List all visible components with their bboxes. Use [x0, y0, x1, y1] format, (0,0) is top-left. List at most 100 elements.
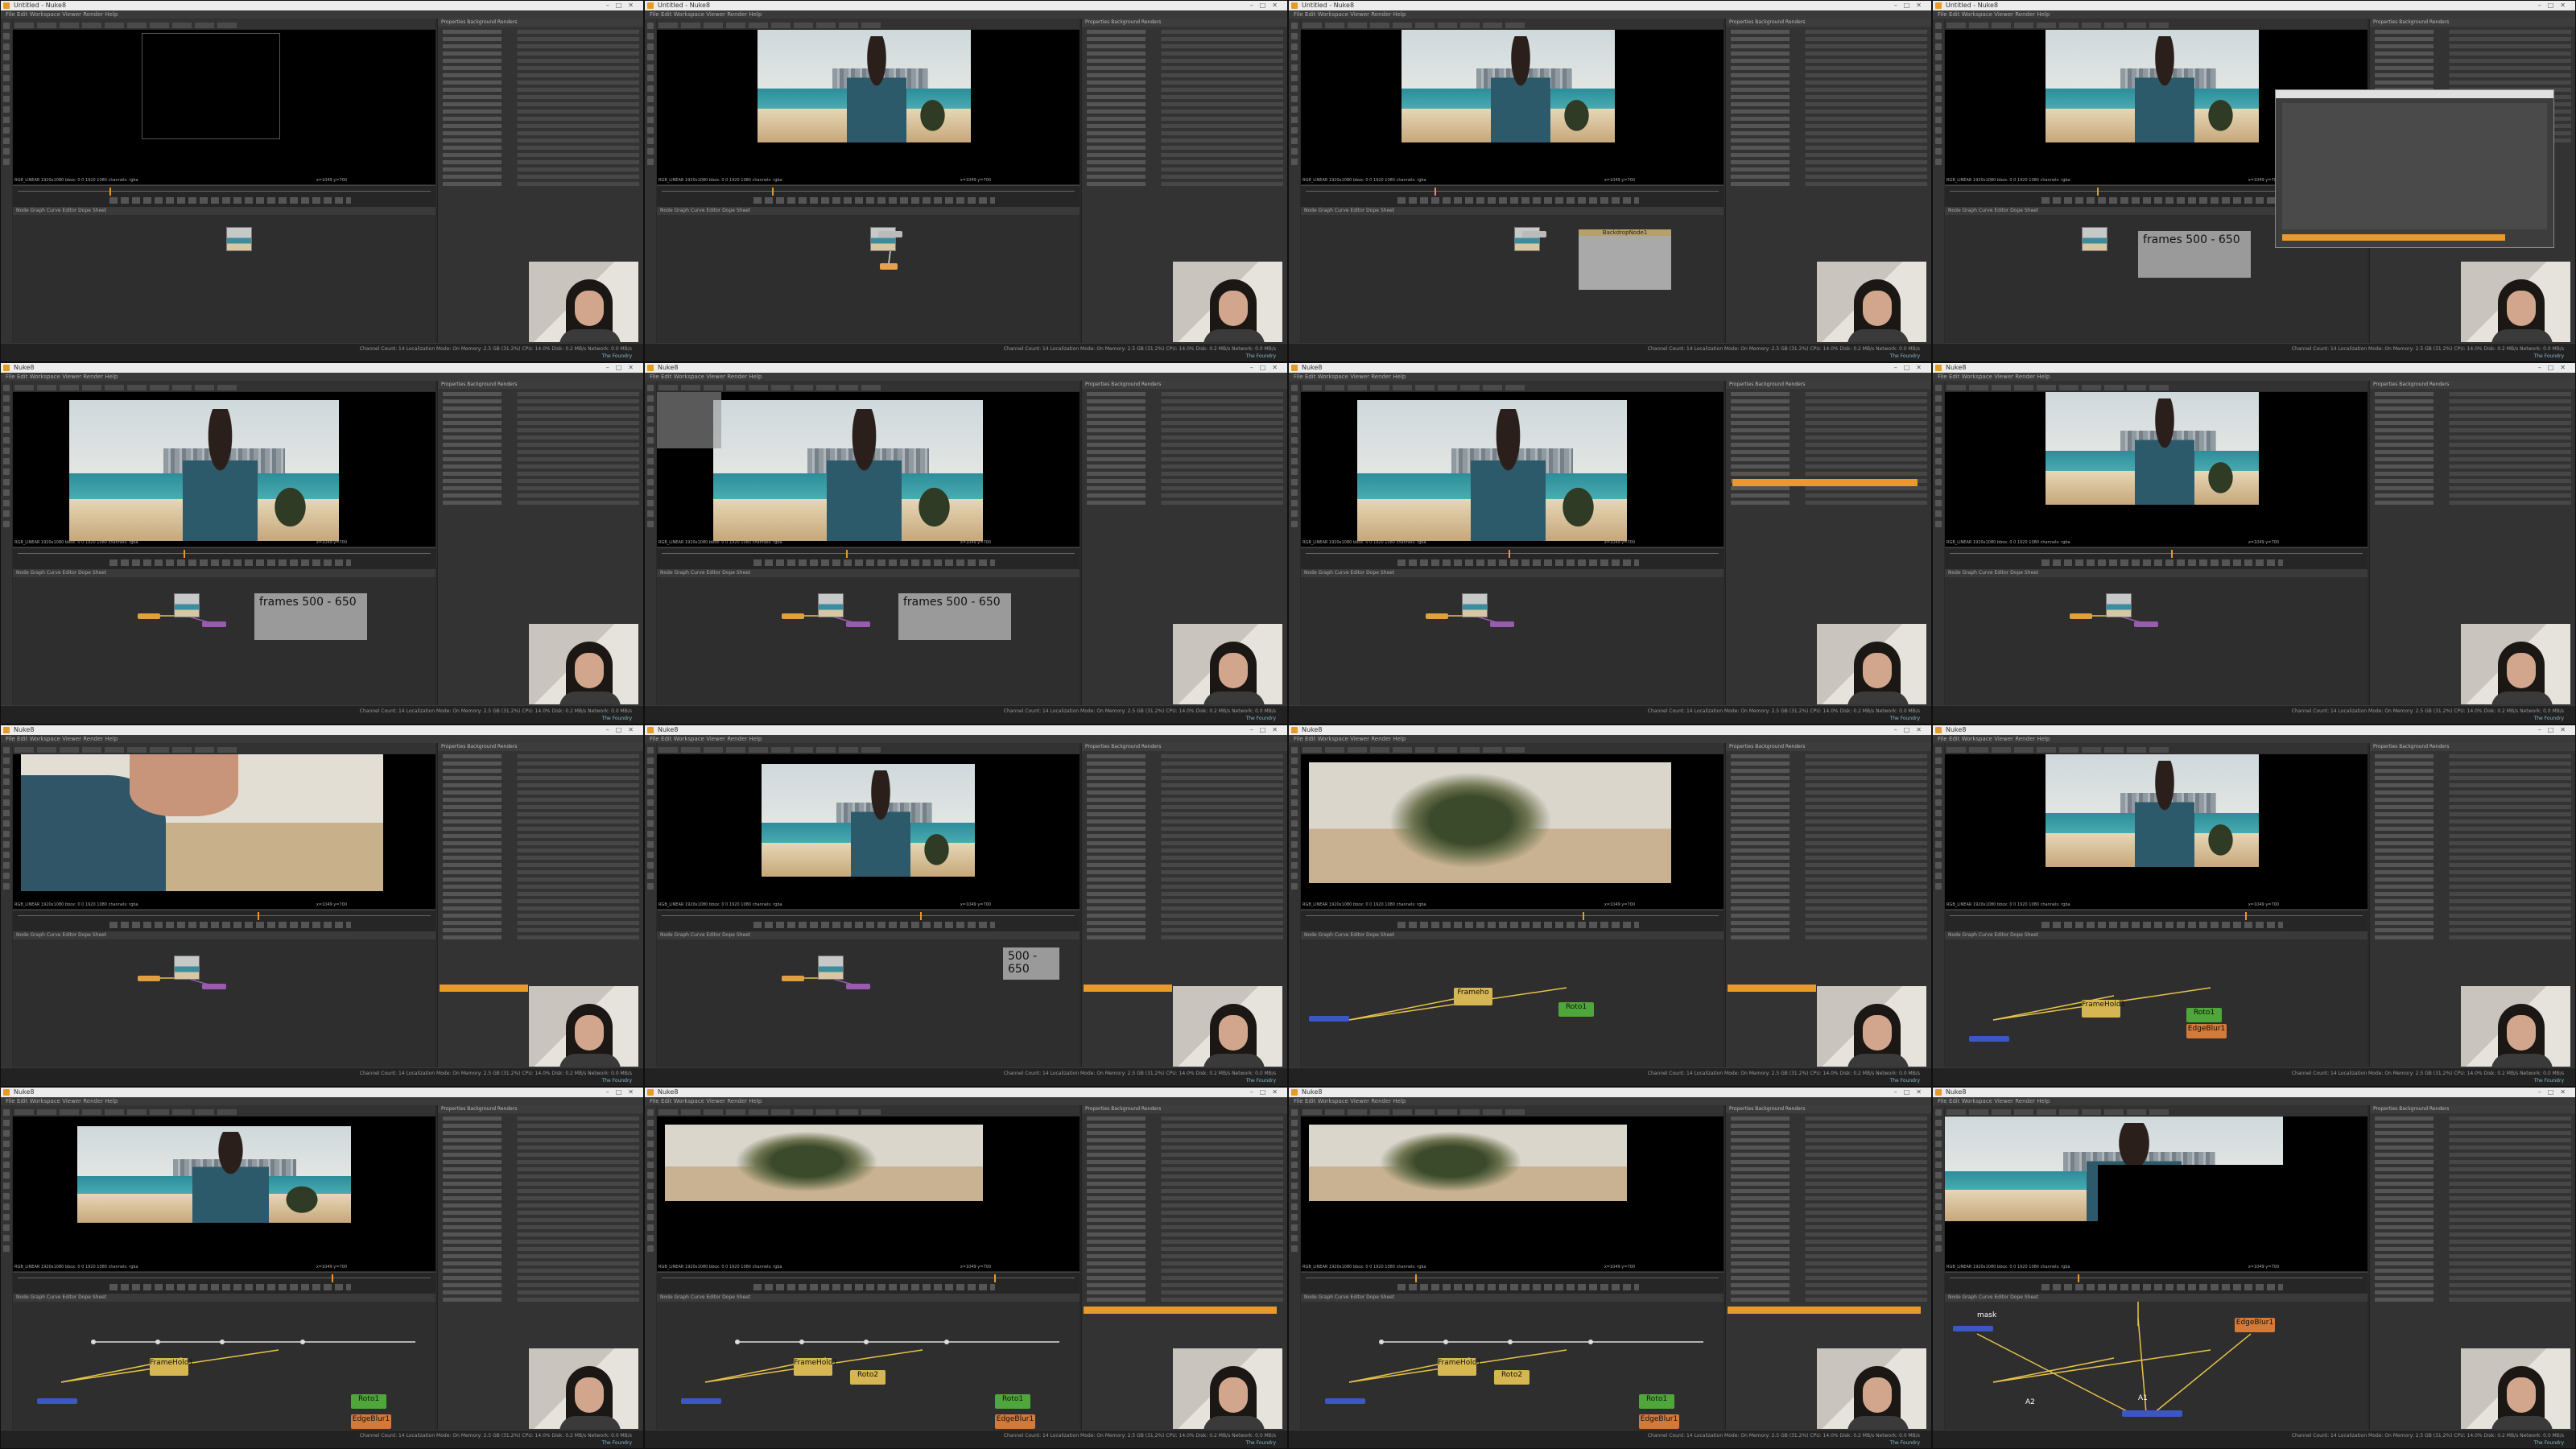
window-controls-icon[interactable]: –□✕	[2538, 725, 2572, 735]
menu-bar[interactable]: File Edit Workspace Viewer Render Help	[1933, 373, 2575, 381]
property-row[interactable]	[1087, 392, 1283, 396]
property-row[interactable]	[443, 1276, 639, 1280]
tool-icon[interactable]	[1291, 1120, 1298, 1126]
tool-icon[interactable]	[1291, 458, 1298, 464]
tool-icon[interactable]	[647, 416, 654, 423]
tool-icon[interactable]	[1935, 54, 1942, 60]
property-row[interactable]	[443, 914, 639, 918]
tool-icon[interactable]	[1935, 448, 1942, 454]
tool-icon[interactable]	[1935, 159, 1942, 165]
property-row[interactable]	[1087, 109, 1283, 114]
property-row[interactable]	[1731, 109, 1927, 114]
property-row[interactable]	[1087, 1298, 1283, 1302]
property-row[interactable]	[443, 812, 639, 816]
edgeblur-node[interactable]: EdgeBlur1	[995, 1414, 1035, 1429]
properties-tabs[interactable]: Properties Background Renders	[1726, 19, 1931, 27]
property-row[interactable]	[1731, 167, 1927, 171]
tool-icon[interactable]	[647, 873, 654, 879]
tool-icon[interactable]	[3, 469, 10, 475]
viewer-control[interactable]	[2059, 1109, 2079, 1115]
property-row[interactable]	[443, 906, 639, 910]
menu-bar[interactable]: File Edit Workspace Viewer Render Help	[1, 1097, 643, 1105]
tool-icon[interactable]	[647, 54, 654, 60]
tool-icon[interactable]	[3, 448, 10, 454]
property-row[interactable]	[1731, 1254, 1927, 1258]
property-row[interactable]	[1731, 1182, 1927, 1186]
roto2-node[interactable]: Roto2	[850, 1370, 886, 1385]
property-row[interactable]	[443, 1211, 639, 1215]
node-graph-tabs[interactable]: Node Graph Curve Editor Dope Sheet	[657, 1294, 1080, 1302]
viewer-control[interactable]	[1370, 23, 1389, 28]
tool-icon[interactable]	[647, 521, 654, 527]
node-dot[interactable]	[1379, 1340, 1384, 1344]
property-row[interactable]	[1731, 95, 1927, 99]
viewer-control[interactable]	[749, 747, 768, 753]
property-row[interactable]	[1731, 160, 1927, 164]
property-row[interactable]	[1731, 493, 1927, 497]
tool-icon[interactable]	[647, 1203, 654, 1210]
viewer-control[interactable]	[1370, 1109, 1389, 1115]
viewer-control[interactable]	[794, 747, 813, 753]
tool-icon[interactable]	[1291, 489, 1298, 496]
tool-icon[interactable]	[1291, 862, 1298, 869]
edgeblur-node[interactable]: EdgeBlur1	[2186, 1024, 2227, 1038]
property-row[interactable]	[443, 167, 639, 171]
viewer-control[interactable]	[150, 23, 169, 28]
viewer-control[interactable]	[127, 385, 147, 390]
selected-layer-row[interactable]	[1728, 1307, 1921, 1314]
viewer-control[interactable]	[861, 385, 881, 390]
property-row[interactable]	[1087, 146, 1283, 150]
viewer-control[interactable]	[1946, 385, 1966, 390]
viewer-control[interactable]	[1348, 1109, 1367, 1115]
tool-icon[interactable]	[1935, 427, 1942, 433]
viewer-control[interactable]	[1505, 747, 1525, 753]
property-row[interactable]	[443, 776, 639, 780]
tool-icon[interactable]	[647, 768, 654, 774]
tool-icon[interactable]	[3, 489, 10, 496]
properties-tabs[interactable]: Properties Background Renders	[438, 381, 643, 389]
property-row[interactable]	[2375, 399, 2571, 403]
tool-icon[interactable]	[1935, 841, 1942, 848]
node-graph[interactable]: Node Graph Curve Editor Dope Sheet	[657, 207, 1080, 344]
property-row[interactable]	[1731, 1225, 1927, 1229]
property-row[interactable]	[1087, 501, 1283, 505]
property-row[interactable]	[443, 44, 639, 48]
viewer-control[interactable]	[1992, 747, 2011, 753]
tool-icon[interactable]	[1935, 23, 1942, 29]
property-row[interactable]	[1087, 783, 1283, 787]
viewer-control[interactable]	[839, 385, 858, 390]
property-row[interactable]	[2375, 1290, 2571, 1294]
property-row[interactable]	[443, 95, 639, 99]
tool-icon[interactable]	[1291, 416, 1298, 423]
tool-icon[interactable]	[3, 1235, 10, 1241]
property-row[interactable]	[443, 1218, 639, 1222]
property-row[interactable]	[1087, 1247, 1283, 1251]
viewer-control[interactable]	[2104, 385, 2124, 390]
tool-icon[interactable]	[1935, 437, 1942, 444]
property-row[interactable]	[1731, 899, 1927, 903]
tool-icon[interactable]	[1935, 479, 1942, 485]
roto1-node[interactable]: Roto1	[2186, 1008, 2222, 1022]
property-row[interactable]	[443, 493, 639, 497]
roto1-node[interactable]: Roto1	[995, 1394, 1030, 1409]
tool-icon[interactable]	[1935, 64, 1942, 71]
properties-tabs[interactable]: Properties Background Renders	[1082, 1105, 1287, 1113]
file-list[interactable]	[2282, 103, 2547, 229]
playback-controls[interactable]	[753, 922, 995, 928]
property-row[interactable]	[443, 848, 639, 852]
read-node-thumbnail[interactable]	[818, 956, 844, 980]
viewer-control[interactable]	[1505, 23, 1525, 28]
property-row[interactable]	[2375, 762, 2571, 766]
node-graph-tabs[interactable]: Node Graph Curve Editor Dope Sheet	[1301, 1294, 1724, 1302]
playhead[interactable]	[1415, 1274, 1417, 1282]
window-controls-icon[interactable]: –□✕	[1250, 1, 1284, 10]
property-row[interactable]	[2375, 421, 2571, 425]
property-row[interactable]	[1087, 102, 1283, 106]
property-row[interactable]	[2375, 1167, 2571, 1171]
viewer-control[interactable]	[816, 747, 836, 753]
node-graph-tabs[interactable]: Node Graph Curve Editor Dope Sheet	[657, 931, 1080, 939]
property-row[interactable]	[443, 182, 639, 186]
tool-icon[interactable]	[1935, 500, 1942, 506]
tool-icon[interactable]	[1291, 23, 1298, 29]
property-row[interactable]	[1731, 848, 1927, 852]
